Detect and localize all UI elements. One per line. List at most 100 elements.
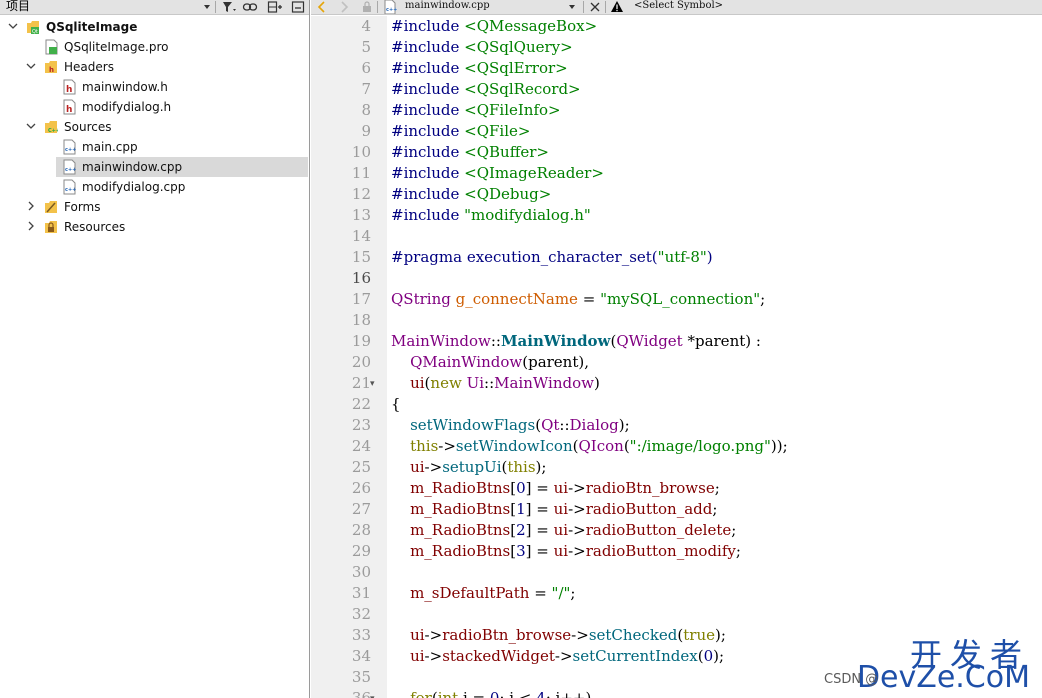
line-number: 29 (351, 542, 371, 560)
line-number: 17 (351, 290, 371, 308)
code-token: -> (568, 479, 586, 497)
code-token: <QSqlQuery> (464, 38, 573, 56)
collapsed-arrow-icon[interactable] (26, 200, 36, 212)
code-token: -> (568, 500, 586, 518)
split-icon[interactable] (267, 0, 283, 14)
code-token: ] = (525, 500, 554, 518)
tree-item-mainwindow-h[interactable]: h mainwindow.h (0, 77, 308, 97)
file-combo-dropdown-icon[interactable] (567, 0, 577, 14)
filter-icon[interactable] (221, 0, 237, 14)
cpp-file-icon: c++ (62, 139, 76, 155)
code-token: m_RadioBtns (410, 542, 511, 560)
line-number: 15 (351, 248, 371, 266)
tree-item-modifydialog-cpp[interactable]: c++ modifydialog.cpp (0, 177, 308, 197)
fold-marker-icon[interactable]: ▾ (370, 379, 375, 389)
code-token: ; (735, 542, 741, 560)
code-token: <QSqlRecord> (464, 80, 581, 98)
line-number: 10 (351, 143, 371, 161)
code-token: ; (731, 521, 737, 539)
code-line: #pragma execution_character_set("utf-8") (391, 247, 713, 268)
fold-marker-icon[interactable]: ▾ (370, 694, 375, 698)
code-token: <QFile> (464, 122, 531, 140)
back-arrow-icon[interactable] (316, 0, 328, 14)
code-token: ) (593, 374, 600, 392)
tree-item-mainwindow-cpp[interactable]: c++ mainwindow.cpp (56, 157, 308, 177)
code-token: MainWindow (494, 374, 594, 392)
code-token: ; (760, 290, 766, 308)
close-panel-icon[interactable] (291, 0, 305, 14)
svg-text:c++: c++ (65, 187, 76, 193)
code-token: <QMessageBox> (464, 17, 598, 35)
expand-arrow-icon[interactable] (8, 20, 18, 32)
tree-item-pro-file[interactable]: QSqliteImage.pro (0, 37, 308, 57)
sources-folder-icon: C++ (44, 119, 58, 135)
lock-icon[interactable] (361, 0, 373, 14)
toolbar-separator (215, 1, 216, 13)
code-token: radioBtn_browse (585, 479, 715, 497)
code-token: <QBuffer> (464, 143, 549, 161)
line-number: 23 (351, 416, 371, 434)
tree-item-label: mainwindow.cpp (82, 160, 183, 174)
code-token: setupUi (442, 458, 502, 476)
code-editor[interactable]: #include <QMessageBox> #include <QSqlQuer… (387, 16, 1042, 698)
code-token: "modifydialog.h" (464, 206, 591, 224)
code-token: for (410, 689, 432, 698)
code-token: 0 (489, 689, 500, 698)
forward-arrow-icon[interactable] (338, 0, 350, 14)
code-token: <QImageReader> (464, 164, 604, 182)
code-token: QIcon (578, 437, 624, 455)
tree-item-label: QSqliteImage (46, 20, 138, 34)
open-file-combo[interactable]: mainwindow.cpp (405, 0, 490, 14)
tree-item-forms[interactable]: Forms (0, 197, 308, 217)
code-token: ] = (525, 479, 554, 497)
code-token: <QFileInfo> (464, 101, 561, 119)
code-token: :: (490, 332, 501, 350)
code-token: :: (484, 374, 495, 392)
line-number: 13 (351, 206, 371, 224)
code-token: ui (553, 500, 569, 518)
code-line: ui->stackedWidget->setCurrentIndex(0); (391, 646, 724, 667)
watermark-csdn: CSDN @ (824, 672, 879, 687)
view-selector-dropdown-icon[interactable] (202, 0, 212, 14)
symbol-selector[interactable]: <Select Symbol> (634, 0, 723, 14)
code-token: m_sDefaultPath (410, 584, 530, 602)
code-token: -> (571, 626, 589, 644)
editor-toolbar: c++ mainwindow.cpp <Select Symbol> (311, 0, 1042, 15)
pro-file-icon (44, 39, 58, 55)
expand-arrow-icon[interactable] (26, 120, 36, 132)
tree-item-project[interactable]: Qt QSqliteImage (0, 17, 308, 37)
toolbar-separator (377, 1, 378, 13)
code-token: #include (391, 80, 465, 98)
code-line: #include <QDebug> (391, 184, 551, 205)
code-token: m_RadioBtns (410, 479, 511, 497)
code-line: { (391, 394, 401, 415)
watermark: 开发者 DevZe.CoM CSDN @ (820, 628, 1042, 698)
code-token: radioButton_delete (585, 521, 732, 539)
qt-project-icon: Qt (26, 19, 40, 35)
code-line: m_RadioBtns[2] = ui->radioButton_delete; (391, 520, 736, 541)
code-token: Ui (466, 374, 485, 392)
code-line: #include <QBuffer> (391, 142, 549, 163)
expand-arrow-icon[interactable] (26, 60, 36, 72)
code-line: #include <QSqlError> (391, 58, 568, 79)
code-token: <QSqlError> (464, 59, 568, 77)
close-document-icon[interactable] (589, 0, 601, 14)
line-number: 31 (351, 584, 371, 602)
code-token: ui (410, 458, 425, 476)
code-token: radioButton_modify (585, 542, 736, 560)
code-line: MainWindow::MainWindow(QWidget *parent) … (391, 331, 761, 352)
line-number: 7 (361, 80, 371, 98)
collapsed-arrow-icon[interactable] (26, 220, 36, 232)
line-number: 28 (351, 521, 371, 539)
tree-item-resources[interactable]: Resources (0, 217, 308, 237)
tree-item-modifydialog-h[interactable]: h modifydialog.h (0, 97, 308, 117)
tree-item-sources[interactable]: C++ Sources (0, 117, 308, 137)
code-line: #include <QSqlRecord> (391, 79, 581, 100)
code-token: ui (410, 374, 425, 392)
link-with-editor-icon[interactable] (242, 0, 258, 14)
code-token: <QDebug> (464, 185, 552, 203)
tree-item-headers[interactable]: h Headers (0, 57, 308, 77)
code-token: -> (568, 521, 586, 539)
tree-item-main-cpp[interactable]: c++ main.cpp (0, 137, 308, 157)
code-token: ] = (525, 542, 554, 560)
